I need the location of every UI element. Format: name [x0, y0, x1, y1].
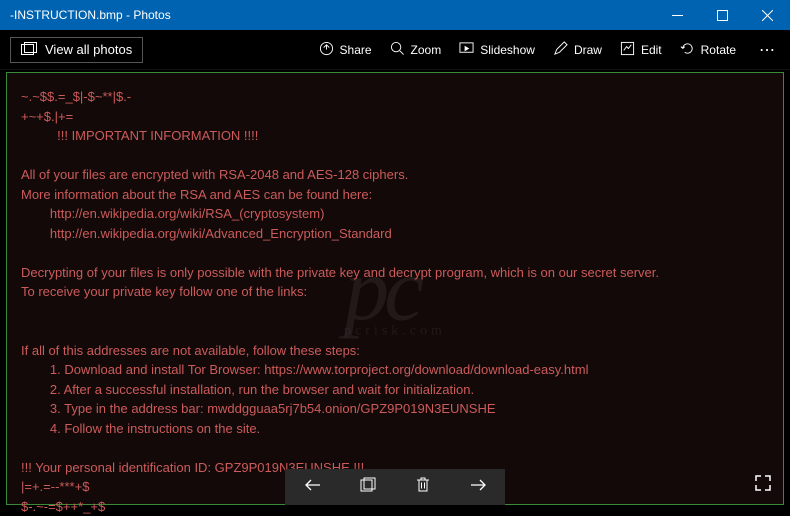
delete-button[interactable] — [395, 469, 450, 505]
window-title: -INSTRUCTION.bmp - Photos — [10, 8, 171, 22]
close-button[interactable] — [745, 0, 790, 30]
arrow-right-icon — [469, 476, 487, 499]
zoom-button[interactable]: Zoom — [390, 41, 442, 59]
toolbar: View all photos Share Zoom Slideshow D — [0, 30, 790, 70]
draw-icon — [553, 41, 568, 59]
zoom-label: Zoom — [411, 43, 442, 57]
edit-button[interactable]: Edit — [620, 41, 662, 59]
draw-label: Draw — [574, 43, 602, 57]
rotate-label: Rotate — [701, 43, 736, 57]
edit-label: Edit — [641, 43, 662, 57]
zoom-icon — [390, 41, 405, 59]
fullscreen-button[interactable] — [754, 474, 772, 497]
more-button[interactable]: ⋯ — [754, 40, 780, 60]
rotate-icon — [680, 41, 695, 59]
edit-icon — [620, 41, 635, 59]
rotate-button[interactable]: Rotate — [680, 41, 736, 59]
window-controls — [655, 0, 790, 30]
titlebar: -INSTRUCTION.bmp - Photos — [0, 0, 790, 30]
next-button[interactable] — [450, 469, 505, 505]
collection-icon — [21, 42, 37, 58]
bottom-navigation — [285, 469, 505, 505]
ellipsis-icon: ⋯ — [759, 42, 775, 59]
add-to-album-button[interactable] — [340, 469, 395, 505]
slideshow-button[interactable]: Slideshow — [459, 41, 535, 59]
trash-icon — [414, 476, 432, 499]
image-viewport: pc pcrisk.com ~.~$$.=_$|-$~**|$.- +~+$.|… — [6, 72, 784, 505]
draw-button[interactable]: Draw — [553, 41, 602, 59]
slideshow-label: Slideshow — [480, 43, 535, 57]
arrow-left-icon — [304, 476, 322, 499]
toolbar-right: Share Zoom Slideshow Draw Edit — [319, 40, 780, 60]
album-icon — [359, 476, 377, 499]
share-label: Share — [340, 43, 372, 57]
view-all-photos-button[interactable]: View all photos — [10, 37, 143, 63]
maximize-button[interactable] — [700, 0, 745, 30]
slideshow-icon — [459, 41, 474, 59]
toolbar-left: View all photos — [10, 37, 143, 63]
minimize-button[interactable] — [655, 0, 700, 30]
ransom-note-text: ~.~$$.=_$|-$~**|$.- +~+$.|+= !!! IMPORTA… — [21, 87, 769, 516]
previous-button[interactable] — [285, 469, 340, 505]
fullscreen-icon — [754, 479, 772, 496]
view-all-label: View all photos — [45, 42, 132, 57]
share-button[interactable]: Share — [319, 41, 372, 59]
share-icon — [319, 41, 334, 59]
